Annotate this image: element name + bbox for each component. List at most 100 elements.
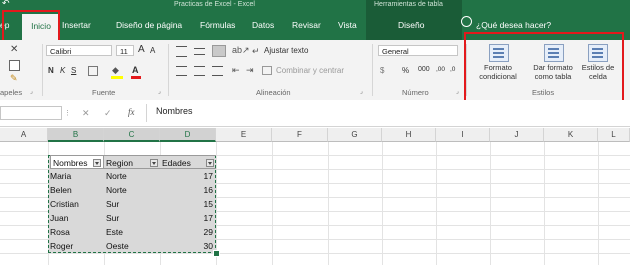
grid-line bbox=[598, 142, 599, 265]
table-header-cell[interactable]: Nombres bbox=[50, 155, 104, 169]
grid-line bbox=[544, 142, 545, 265]
column-header-f[interactable]: F bbox=[272, 128, 328, 142]
align-bottom-icon[interactable] bbox=[212, 45, 226, 57]
grid-line bbox=[490, 142, 491, 265]
divider bbox=[42, 44, 43, 96]
font-launcher-icon[interactable]: ⌟ bbox=[158, 88, 161, 95]
tab-revisar[interactable]: Revisar bbox=[292, 17, 321, 33]
copy-icon[interactable] bbox=[9, 60, 20, 71]
table-cell[interactable]: Maria bbox=[48, 169, 104, 183]
merge-center-button[interactable]: Combinar y centrar bbox=[276, 66, 344, 75]
accounting-format-button[interactable]: $ bbox=[380, 66, 384, 75]
cancel-icon[interactable]: ✕ bbox=[82, 108, 90, 119]
table-cell[interactable]: 15 bbox=[160, 197, 216, 211]
grid-line bbox=[436, 142, 437, 265]
group-label-font: Fuente bbox=[92, 88, 116, 97]
align-center-icon[interactable] bbox=[194, 66, 205, 76]
name-box[interactable] bbox=[0, 106, 62, 120]
increase-decimal-button[interactable]: ,00 bbox=[436, 66, 445, 73]
thousands-button[interactable]: 000 bbox=[418, 66, 430, 73]
decrease-decimal-button[interactable]: ,0 bbox=[450, 66, 455, 73]
clipboard-launcher-icon[interactable]: ⌟ bbox=[30, 88, 33, 95]
column-header-g[interactable]: G bbox=[328, 128, 382, 142]
formula-input[interactable]: Nombres bbox=[156, 106, 193, 116]
header-edades: Edades bbox=[162, 158, 191, 168]
font-color-icon[interactable]: A bbox=[132, 65, 139, 75]
column-header-h[interactable]: H bbox=[382, 128, 436, 142]
percent-button[interactable]: % bbox=[402, 66, 409, 75]
orientation-icon[interactable]: ab↗ bbox=[232, 45, 250, 56]
column-header-e[interactable]: E bbox=[216, 128, 272, 142]
decrease-indent-icon[interactable]: ⇤ bbox=[232, 65, 240, 76]
column-header-i[interactable]: I bbox=[436, 128, 490, 142]
header-region: Region bbox=[106, 158, 133, 168]
tab-table-design[interactable]: Diseño bbox=[398, 17, 424, 33]
group-label-number: Número bbox=[402, 88, 429, 97]
table-cell[interactable]: 29 bbox=[160, 225, 216, 239]
enter-icon[interactable]: ✓ bbox=[104, 108, 112, 119]
tell-me-box[interactable]: ¿Qué desea hacer? bbox=[476, 17, 551, 33]
divider bbox=[146, 104, 147, 122]
align-top-icon[interactable] bbox=[176, 46, 187, 57]
table-cell[interactable]: Sur bbox=[104, 197, 160, 211]
table-cell[interactable]: Roger bbox=[48, 239, 104, 253]
increase-indent-icon[interactable]: ⇥ bbox=[246, 65, 254, 76]
table-cell[interactable]: Rosa bbox=[48, 225, 104, 239]
table-cell[interactable]: Sur bbox=[104, 211, 160, 225]
table-header-cell[interactable]: Edades bbox=[160, 155, 216, 169]
cut-icon[interactable]: ✕ bbox=[10, 44, 18, 55]
column-header-j[interactable]: J bbox=[490, 128, 544, 142]
filter-dropdown-icon[interactable] bbox=[206, 159, 214, 167]
column-header-l[interactable]: L bbox=[598, 128, 630, 142]
tab-insertar[interactable]: Insertar bbox=[62, 17, 91, 33]
column-header-k[interactable]: K bbox=[544, 128, 598, 142]
grow-font-button[interactable]: A bbox=[138, 44, 145, 55]
lightbulb-icon bbox=[461, 16, 472, 27]
align-left-icon[interactable] bbox=[176, 66, 187, 76]
tab-vista[interactable]: Vista bbox=[338, 17, 357, 33]
table-cell[interactable]: Cristian bbox=[48, 197, 104, 211]
more-icon: ⋮ bbox=[64, 110, 71, 117]
number-launcher-icon[interactable]: ⌟ bbox=[456, 88, 459, 95]
table-cell[interactable]: Belen bbox=[48, 183, 104, 197]
fill-color-icon[interactable]: ◆ bbox=[112, 65, 119, 76]
grid-line bbox=[216, 142, 217, 265]
align-middle-icon[interactable] bbox=[194, 48, 205, 55]
bold-button[interactable]: N bbox=[48, 66, 54, 75]
table-cell[interactable]: 17 bbox=[160, 169, 216, 183]
table-cell[interactable]: Juan bbox=[48, 211, 104, 225]
font-size-select[interactable]: 11 bbox=[116, 45, 134, 56]
table-cell[interactable]: Este bbox=[104, 225, 160, 239]
column-header-b[interactable]: B bbox=[48, 128, 104, 142]
underline-button[interactable]: S bbox=[71, 66, 76, 75]
tab-disenio-pagina[interactable]: Diseño de página bbox=[116, 17, 182, 33]
table-cell[interactable]: Oeste bbox=[104, 239, 160, 253]
font-name-select[interactable]: Calibri bbox=[46, 45, 112, 56]
table-cell[interactable]: Norte bbox=[104, 169, 160, 183]
table-cell[interactable]: Norte bbox=[104, 183, 160, 197]
fill-handle[interactable] bbox=[213, 250, 220, 257]
alignment-launcher-icon[interactable]: ⌟ bbox=[360, 88, 363, 95]
undo-icon[interactable]: ↶ bbox=[2, 0, 10, 8]
table-cell[interactable]: 30 bbox=[160, 239, 216, 253]
wrap-text-icon[interactable]: ↵ bbox=[252, 46, 260, 57]
merge-icon[interactable] bbox=[262, 66, 272, 75]
filter-dropdown-icon[interactable] bbox=[150, 159, 158, 167]
column-header-d[interactable]: D bbox=[160, 128, 216, 142]
function-icon[interactable]: fx bbox=[128, 107, 135, 117]
column-header-c[interactable]: C bbox=[104, 128, 160, 142]
filter-dropdown-icon[interactable] bbox=[93, 159, 101, 167]
table-cell[interactable]: 17 bbox=[160, 211, 216, 225]
table-header-cell[interactable]: Region bbox=[104, 155, 160, 169]
italic-button[interactable]: K bbox=[60, 66, 65, 75]
align-right-icon[interactable] bbox=[212, 66, 223, 76]
format-painter-icon[interactable]: ✎ bbox=[10, 73, 18, 84]
tab-formulas[interactable]: Fórmulas bbox=[200, 17, 235, 33]
number-format-select[interactable]: General bbox=[378, 45, 458, 56]
shrink-font-button[interactable]: A bbox=[150, 46, 155, 55]
wrap-text-button[interactable]: Ajustar texto bbox=[264, 46, 308, 55]
tab-datos[interactable]: Datos bbox=[252, 17, 274, 33]
table-cell[interactable]: 16 bbox=[160, 183, 216, 197]
column-header-a[interactable]: A bbox=[0, 128, 48, 142]
borders-icon[interactable] bbox=[88, 66, 98, 76]
